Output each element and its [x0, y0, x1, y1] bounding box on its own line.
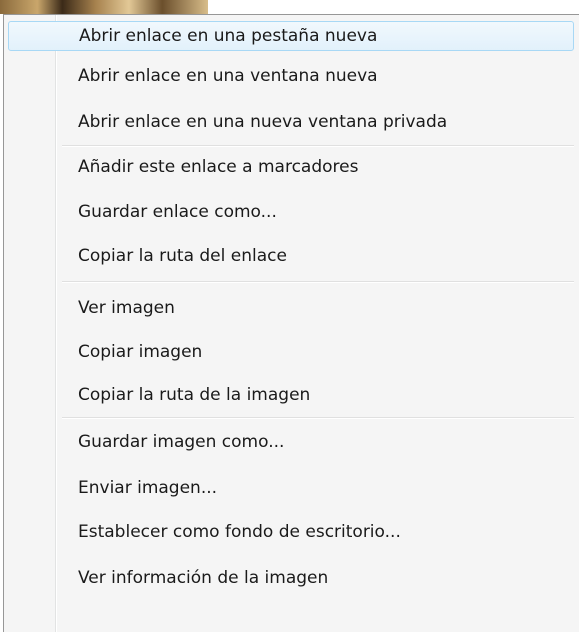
menu-item-label: Copiar imagen [78, 342, 203, 362]
menu-item-open-link-new-tab[interactable]: Abrir enlace en una pestaña nueva [8, 21, 574, 51]
menu-item-label: Copiar la ruta del enlace [78, 246, 287, 266]
menu-item-bookmark-link[interactable]: Añadir este enlace a marcadores [8, 152, 574, 182]
menu-separator [62, 281, 574, 283]
menu-item-label: Añadir este enlace a marcadores [78, 157, 359, 177]
menu-item-send-image[interactable]: Enviar imagen... [8, 473, 574, 503]
background-image-fragment [0, 0, 208, 14]
menu-separator [62, 145, 574, 147]
menu-item-label: Abrir enlace en una nueva ventana privad… [78, 112, 448, 132]
menu-item-label: Guardar imagen como... [78, 432, 285, 452]
menu-item-label: Guardar enlace como... [78, 202, 277, 222]
menu-item-save-image-as[interactable]: Guardar imagen como... [8, 427, 574, 457]
menu-item-copy-image[interactable]: Copiar imagen [8, 337, 574, 367]
menu-item-save-link-as[interactable]: Guardar enlace como... [8, 197, 574, 227]
menu-item-copy-image-location[interactable]: Copiar la ruta de la imagen [8, 380, 574, 410]
menu-item-open-link-new-window[interactable]: Abrir enlace en una ventana nueva [8, 61, 574, 91]
menu-separator [62, 417, 574, 419]
menu-item-copy-link-location[interactable]: Copiar la ruta del enlace [8, 241, 574, 271]
menu-item-label: Ver imagen [78, 298, 175, 318]
context-menu: Abrir enlace en una pestaña nueva Abrir … [3, 14, 579, 632]
menu-item-set-desktop-background[interactable]: Establecer como fondo de escritorio... [8, 517, 574, 547]
menu-item-open-link-private-window[interactable]: Abrir enlace en una nueva ventana privad… [8, 107, 574, 137]
menu-item-label: Ver información de la imagen [78, 568, 329, 588]
menu-item-label: Establecer como fondo de escritorio... [78, 522, 401, 542]
menu-item-label: Enviar imagen... [78, 478, 218, 498]
menu-item-label: Abrir enlace en una ventana nueva [78, 66, 378, 86]
menu-item-view-image-info[interactable]: Ver información de la imagen [8, 563, 574, 593]
menu-item-label: Copiar la ruta de la imagen [78, 385, 311, 405]
menu-item-view-image[interactable]: Ver imagen [8, 293, 574, 323]
menu-item-label: Abrir enlace en una pestaña nueva [79, 26, 378, 46]
